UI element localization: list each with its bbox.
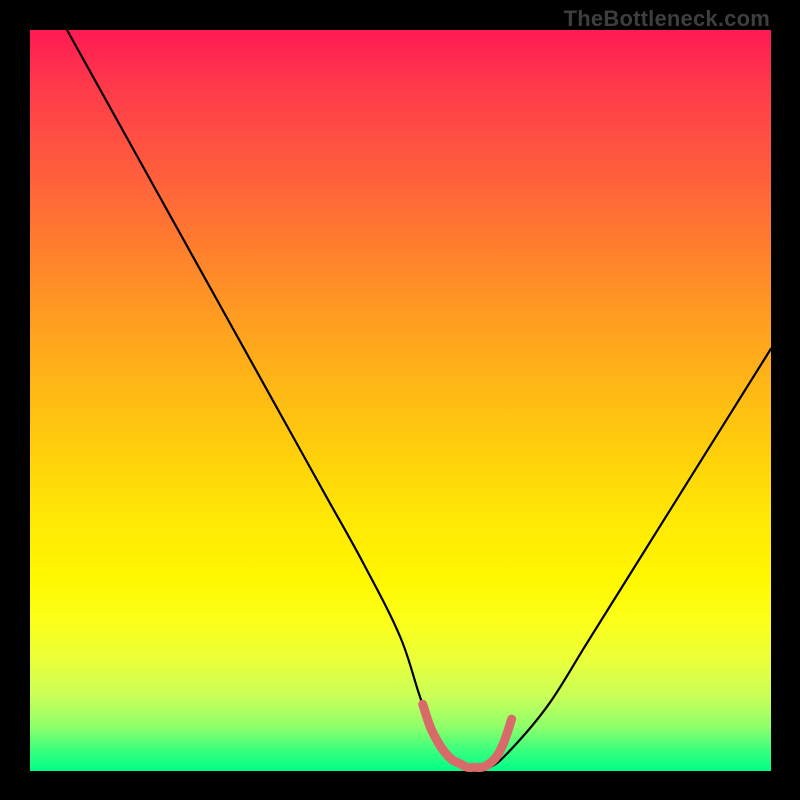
watermark-text: TheBottleneck.com bbox=[564, 6, 770, 32]
optimal-band-curve bbox=[423, 704, 512, 767]
chart-svg bbox=[30, 30, 771, 771]
chart-frame: TheBottleneck.com bbox=[0, 0, 800, 800]
bottleneck-curve bbox=[67, 30, 771, 770]
plot-area bbox=[30, 30, 771, 771]
